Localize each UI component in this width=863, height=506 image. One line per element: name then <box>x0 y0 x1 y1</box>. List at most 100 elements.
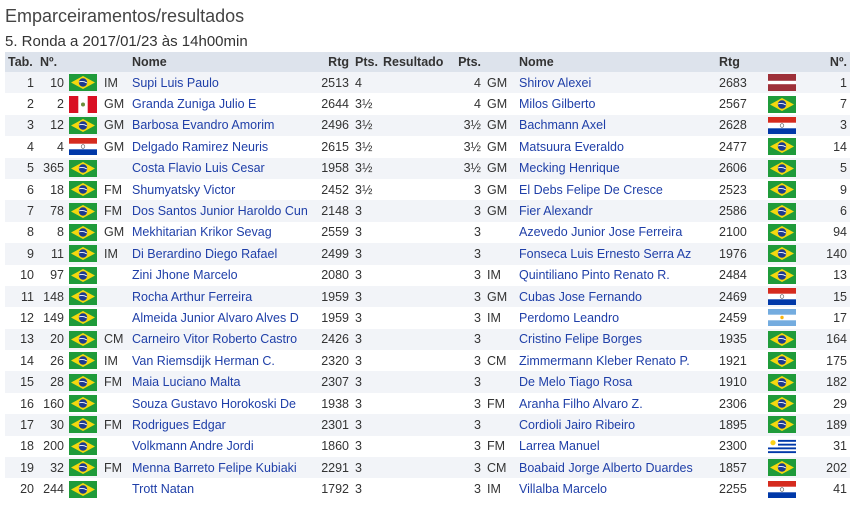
opponent-name-link[interactable]: Boabaid Jorge Alberto Duardes <box>516 457 716 479</box>
latvia-flag-icon <box>768 74 796 92</box>
opponent-rating: 2469 <box>716 285 766 308</box>
brazil-flag-icon <box>69 159 97 177</box>
player-points: 3 <box>352 243 380 265</box>
flag-cell <box>67 93 101 115</box>
opponent-name-link[interactable]: Perdomo Leandro <box>516 307 716 329</box>
player-name-link[interactable]: Almeida Junior Alvaro Alves D <box>129 307 312 329</box>
player-name-link[interactable]: Shumyatsky Victor <box>129 178 312 201</box>
opponent-number: 9 <box>800 178 850 201</box>
player-name-link[interactable]: Menna Barreto Felipe Kubiaki <box>129 457 312 479</box>
player-name-link[interactable]: Rodrigues Edgar <box>129 414 312 436</box>
flag-cell <box>67 243 101 265</box>
brazil-flag-icon <box>69 416 97 434</box>
player-name-link[interactable]: Granda Zuniga Julio E <box>129 93 312 115</box>
player-name-link[interactable]: Maia Luciano Malta <box>129 371 312 393</box>
player-name-link[interactable]: Barbosa Evandro Amorim <box>129 114 312 137</box>
player-name-link[interactable]: Rocha Arthur Ferreira <box>129 285 312 308</box>
opponent-rating: 2477 <box>716 136 766 158</box>
result <box>380 221 450 244</box>
opponent-number: 140 <box>800 243 850 265</box>
player-points: 3 <box>352 264 380 286</box>
opponent-points: 3 <box>450 264 484 286</box>
col-rtg2: Rtg <box>716 52 766 72</box>
flag-cell <box>766 328 800 351</box>
opponent-points: 3 <box>450 178 484 201</box>
player-title: IM <box>101 72 129 94</box>
player-name-link[interactable]: Trott Natan <box>129 478 312 500</box>
board-number: 5 <box>5 157 37 179</box>
brazil-flag-icon <box>69 181 97 199</box>
opponent-rating: 2606 <box>716 157 766 179</box>
brazil-flag-icon <box>768 202 796 220</box>
flag-cell <box>67 328 101 351</box>
brazil-flag-icon <box>69 74 97 92</box>
col-name: Nome <box>129 52 312 72</box>
col-tab: Tab. <box>5 52 37 72</box>
uruguay-flag-icon <box>768 437 796 455</box>
player-name-link[interactable]: Di Berardino Diego Rafael <box>129 243 312 265</box>
flag-cell <box>766 478 800 500</box>
player-name-link[interactable]: Delgado Ramirez Neuris <box>129 136 312 158</box>
opponent-name-link[interactable]: El Debs Felipe De Cresce <box>516 178 716 201</box>
table-row: 15 28 FM Maia Luciano Malta 2307 3 3 De Melo Ti… <box>5 371 850 393</box>
opponent-name-link[interactable]: Shirov Alexei <box>516 72 716 94</box>
opponent-name-link[interactable]: Larrea Manuel <box>516 435 716 458</box>
player-name-link[interactable]: Carneiro Vitor Roberto Castro <box>129 328 312 351</box>
opponent-name-link[interactable]: Cubas Jose Fernando <box>516 285 716 308</box>
player-name-link[interactable]: Mekhitarian Krikor Sevag <box>129 221 312 244</box>
opponent-name-link[interactable]: Bachmann Axel <box>516 114 716 137</box>
player-title: FM <box>101 457 129 479</box>
page-title: Emparceiramentos/resultados <box>5 6 245 26</box>
opponent-name-link[interactable]: Cordioli Jairo Ribeiro <box>516 414 716 436</box>
brazil-flag-icon <box>69 437 97 455</box>
opponent-name-link[interactable]: Cristino Felipe Borges <box>516 328 716 351</box>
player-number: 32 <box>37 457 67 479</box>
table-row: 6 18 FM Shumyatsky Victor 2452 3½ 3 GM El Debs F… <box>5 178 850 201</box>
table-row: 2 2 GM Granda Zuniga Julio E 2644 3½ 4 GM Milos … <box>5 93 850 115</box>
player-name-link[interactable]: Volkmann Andre Jordi <box>129 435 312 458</box>
board-number: 7 <box>5 200 37 222</box>
opponent-name-link[interactable]: Mecking Henrique <box>516 157 716 179</box>
opponent-title: GM <box>484 178 516 201</box>
board-number: 10 <box>5 264 37 286</box>
opponent-rating: 1857 <box>716 457 766 479</box>
opponent-name-link[interactable]: Azevedo Junior Jose Ferreira <box>516 221 716 244</box>
opponent-name-link[interactable]: Villalba Marcelo <box>516 478 716 500</box>
opponent-title: GM <box>484 200 516 222</box>
player-name-link[interactable]: Costa Flavio Luis Cesar <box>129 157 312 179</box>
table-row: 12 149 Almeida Junior Alvaro Alves D 1959 3 3… <box>5 307 850 329</box>
board-number: 15 <box>5 371 37 393</box>
opponent-name-link[interactable]: Quintiliano Pinto Renato R. <box>516 264 716 286</box>
result <box>380 350 450 372</box>
player-points: 3 <box>352 285 380 308</box>
player-name-link[interactable]: Dos Santos Junior Haroldo Cun <box>129 200 312 222</box>
opponent-points: 3 <box>450 221 484 244</box>
player-name-link[interactable]: Zini Jhone Marcelo <box>129 264 312 286</box>
player-number: 2 <box>37 93 67 115</box>
flag-cell <box>766 93 800 115</box>
opponent-name-link[interactable]: Aranha Filho Alvaro Z. <box>516 392 716 415</box>
table-row: 11 148 Rocha Arthur Ferreira 1959 3 3 GM Cubas … <box>5 285 850 308</box>
board-number: 12 <box>5 307 37 329</box>
opponent-name-link[interactable]: Matsuura Everaldo <box>516 136 716 158</box>
board-number: 8 <box>5 221 37 244</box>
table-row: 18 200 Volkmann Andre Jordi 1860 3 3 FM Larrea … <box>5 435 850 458</box>
brazil-flag-icon <box>69 288 97 306</box>
player-name-link[interactable]: Van Riemsdijk Herman C. <box>129 350 312 372</box>
opponent-name-link[interactable]: De Melo Tiago Rosa <box>516 371 716 393</box>
opponent-number: 5 <box>800 157 850 179</box>
opponent-name-link[interactable]: Zimmermann Kleber Renato P. <box>516 350 716 372</box>
col-no: Nº. <box>37 52 67 72</box>
player-name-link[interactable]: Supi Luis Paulo <box>129 72 312 94</box>
opponent-rating: 2306 <box>716 392 766 415</box>
opponent-name-link[interactable]: Fier Alexandr <box>516 200 716 222</box>
player-number: 11 <box>37 243 67 265</box>
opponent-name-link[interactable]: Fonseca Luis Ernesto Serra Az <box>516 243 716 265</box>
player-points: 3 <box>352 200 380 222</box>
brazil-flag-icon <box>768 245 796 263</box>
player-name-link[interactable]: Souza Gustavo Horokoski De <box>129 392 312 415</box>
result <box>380 72 450 94</box>
result <box>380 457 450 479</box>
opponent-title: IM <box>484 478 516 500</box>
opponent-name-link[interactable]: Milos Gilberto <box>516 93 716 115</box>
